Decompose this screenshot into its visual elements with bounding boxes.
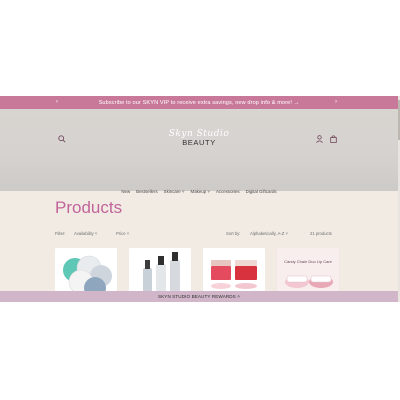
page-title: Products	[55, 198, 123, 217]
price-filter[interactable]: Price ˅	[116, 231, 129, 236]
announcement-text[interactable]: Subscribe to our SKYN VIP to receive ext…	[99, 100, 300, 106]
product-card-label: Candy Chain Duo Lip Care	[284, 259, 333, 264]
site-logo[interactable]: Skyn Studio BEAUTY	[0, 129, 398, 147]
sort-label: Sort by:	[226, 231, 241, 236]
rewards-bar[interactable]: SKYN STUDIO BEAUTY REWARDS ˄	[0, 291, 398, 302]
collection-section: Products Filter: Availability ˅ Price ˅ …	[0, 191, 398, 302]
browser-viewport: ‹ Subscribe to our SKYN VIP to receive e…	[0, 96, 398, 302]
chevron-up-icon: ˄	[237, 294, 241, 299]
rewards-text: SKYN STUDIO BEAUTY REWARDS	[157, 294, 236, 299]
site-header: Skyn Studio BEAUTY New Bestsellers Skinc…	[0, 109, 398, 194]
cart-icon[interactable]	[330, 135, 337, 143]
availability-filter[interactable]: Availability ˅	[74, 231, 97, 236]
announcement-prev-icon[interactable]: ‹	[56, 96, 58, 109]
logo-main-text: BEAUTY	[182, 138, 216, 147]
arrow-right-icon: →	[293, 99, 300, 106]
announcement-bar: ‹ Subscribe to our SKYN VIP to receive e…	[0, 96, 398, 109]
account-icon[interactable]	[316, 135, 323, 143]
announcement-next-icon[interactable]: ›	[335, 96, 337, 109]
sort-select[interactable]: Alphabetically, A-Z ˅	[250, 231, 288, 236]
filter-label: Filter:	[55, 231, 66, 236]
product-count: 21 products	[310, 231, 332, 236]
filter-bar: Filter: Availability ˅ Price ˅ Sort by: …	[55, 231, 338, 237]
